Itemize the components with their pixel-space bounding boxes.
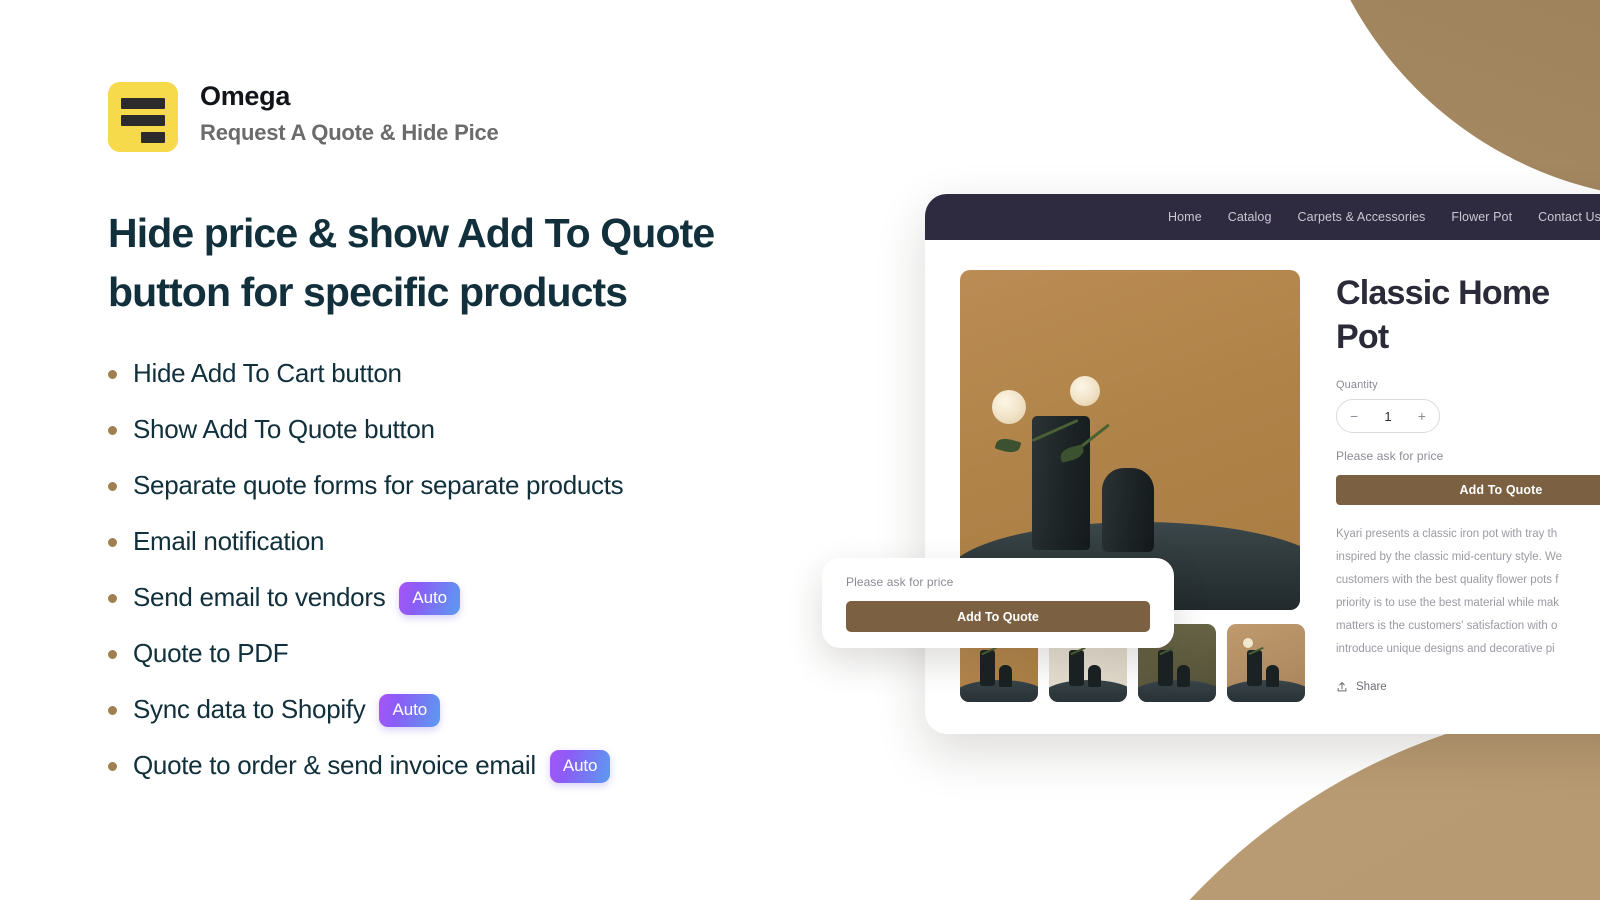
list-item: Email notification [108,524,868,560]
nav-item-flower-pot[interactable]: Flower Pot [1451,210,1512,224]
status-badge: Auto [549,749,611,783]
quantity-label: Quantity [1336,379,1378,392]
quote-popover: Please ask for price Add To Quote [822,558,1174,648]
feature-label: Send email to vendors [133,582,386,613]
status-badge: Auto [379,693,441,727]
bullet-dot-icon [108,426,117,436]
product-details: Classic Home Pot Quantity − 1 + Please a… [1336,270,1600,702]
feature-label: Sync data to Shopify [133,694,366,725]
share-upload-icon [1337,682,1347,692]
bullet-dot-icon [108,370,117,380]
list-item: Quote to order & send invoice email Auto [108,748,868,784]
list-item: Hide Add To Cart button [108,356,868,392]
add-to-quote-button[interactable]: Add To Quote [1336,475,1600,506]
nav-item-carpets-accessories[interactable]: Carpets & Accessories [1298,210,1426,224]
description-line: matters is the customers' satisfaction w… [1336,620,1558,633]
feature-label: Separate quote forms for separate produc… [133,470,624,501]
nav-item-catalog[interactable]: Catalog [1228,210,1272,224]
brand-name: Omega [200,81,291,111]
bullet-dot-icon [108,650,117,660]
popover-add-to-quote-button[interactable]: Add To Quote [846,601,1150,632]
bullet-dot-icon [108,762,117,772]
status-badge: Auto [399,581,460,615]
brand-header: Omega Request A Quote & Hide Pice [108,78,868,152]
background-circle-top [1305,0,1600,200]
storefront-navbar: Home Catalog Carpets & Accessories Flowe… [925,194,1600,240]
storefront-preview-card: Home Catalog Carpets & Accessories Flowe… [925,194,1600,734]
feature-label: Quote to order & send invoice email [133,750,536,781]
quantity-value[interactable]: 1 [1384,409,1391,424]
bullet-dot-icon [108,706,117,716]
description-line: customers with the best quality flower p… [1336,574,1559,587]
share-button[interactable]: Share [1336,681,1600,693]
bullet-dot-icon [108,538,117,548]
feature-label: Hide Add To Cart button [133,358,402,389]
price-note: Please ask for price [1336,449,1444,464]
feature-label: Show Add To Quote button [133,414,435,445]
product-title: Classic Home [1336,274,1550,312]
description-line: priority is to use the best material whi… [1336,597,1560,610]
bullet-dot-icon [108,594,117,604]
product-description: Kyari presents a classic iron pot with t… [1336,523,1600,661]
bullet-dot-icon [108,482,117,492]
description-line: inspired by the classic mid-century styl… [1336,551,1563,564]
list-item: Sync data to Shopify Auto [108,692,868,728]
quantity-stepper[interactable]: − 1 + [1336,399,1440,434]
popover-price-note: Please ask for price [846,575,954,589]
description-line: introduce unique designs and decorative … [1336,643,1555,656]
list-item: Quote to PDF [108,636,868,672]
page-title: Hide price & show Add To Quote button fo… [108,210,715,316]
list-item: Show Add To Quote button [108,412,868,448]
marketing-column: Omega Request A Quote & Hide Pice Hide p… [108,78,868,804]
nav-item-home[interactable]: Home [1168,210,1202,224]
description-line: Kyari presents a classic iron pot with t… [1336,528,1558,541]
product-thumbnail[interactable] [1227,624,1305,702]
list-item: Send email to vendors Auto [108,580,868,616]
product-title-line2: Pot [1336,317,1389,356]
nav-item-contact-us[interactable]: Contact Us [1538,210,1600,224]
quantity-increment-button[interactable]: + [1418,408,1426,424]
feature-label: Quote to PDF [133,638,289,669]
feature-label: Email notification [133,526,325,557]
feature-list: Hide Add To Cart button Show Add To Quot… [108,356,868,784]
omega-stacked-bars-icon [108,82,178,152]
list-item: Separate quote forms for separate produc… [108,468,868,504]
share-label: Share [1356,681,1387,694]
brand-tagline: Request A Quote & Hide Pice [200,119,499,145]
quantity-decrement-button[interactable]: − [1350,408,1358,424]
